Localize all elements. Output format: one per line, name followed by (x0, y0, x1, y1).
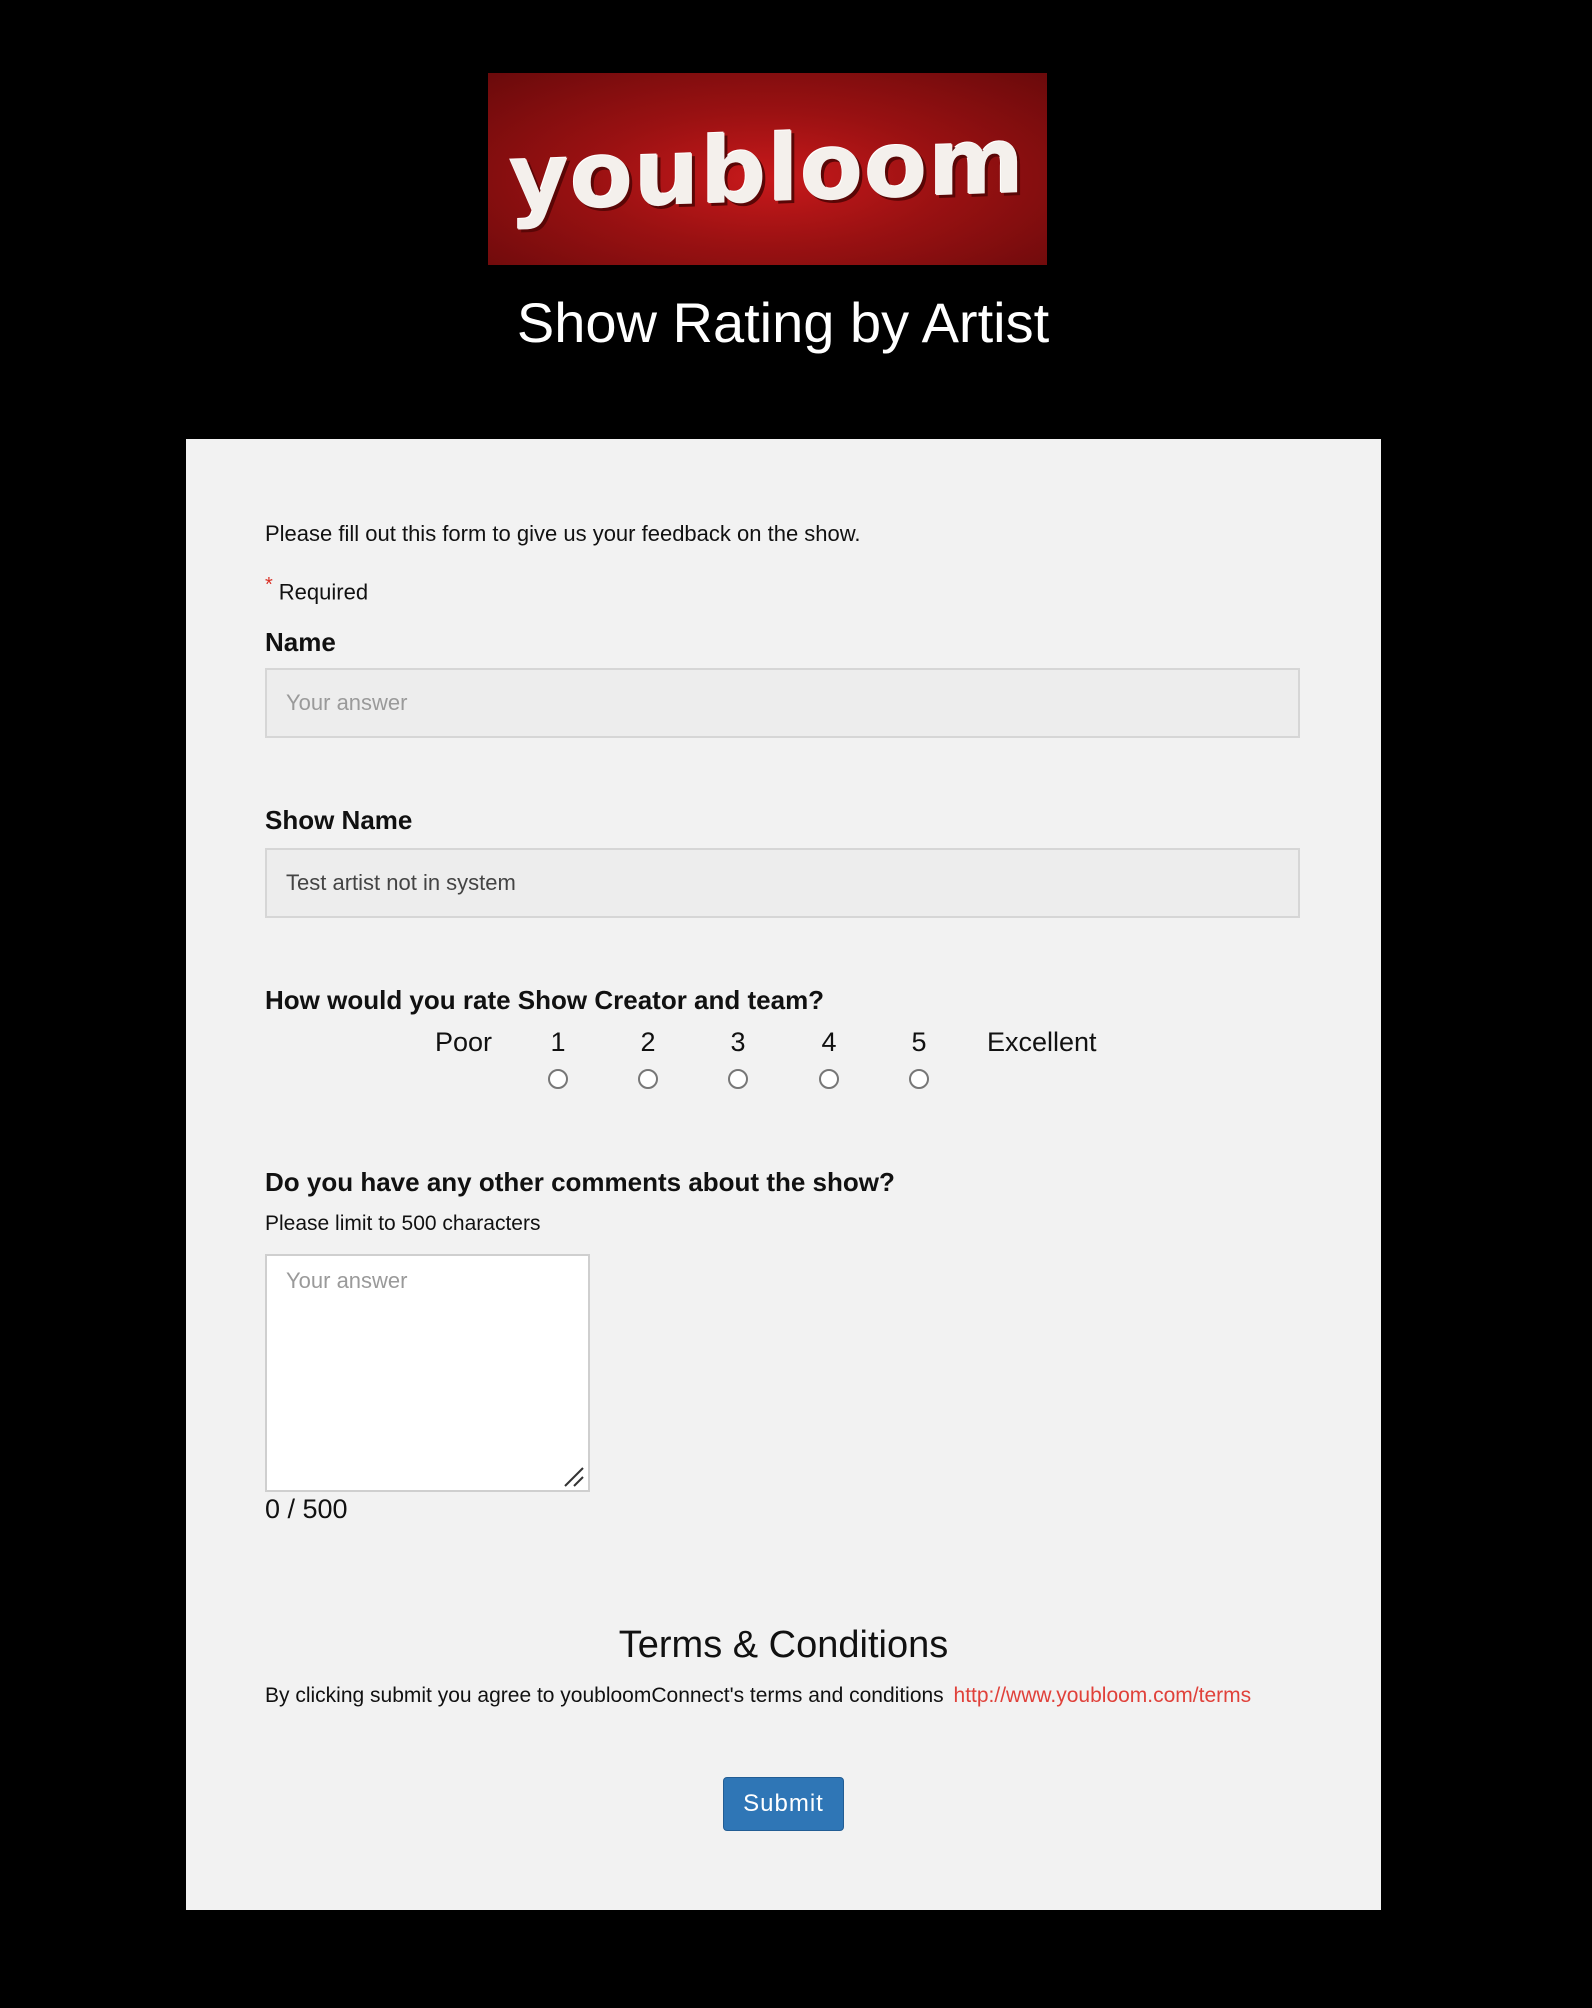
terms-statement: By clicking submit you agree to youbloom… (265, 1684, 1251, 1708)
rating-option-2-label: 2 (640, 1027, 656, 1057)
form-card: Please fill out this form to give us you… (186, 439, 1381, 1910)
show-name-input[interactable] (265, 848, 1300, 918)
rating-radio-5[interactable] (909, 1069, 929, 1089)
comments-textarea[interactable] (265, 1254, 590, 1492)
rating-option-3-label: 3 (730, 1027, 746, 1057)
required-note: * Required (265, 574, 368, 605)
youbloom-logo: youbloom (488, 73, 1047, 265)
rating-option-5-label: 5 (911, 1027, 927, 1057)
logo-text: youbloom (509, 106, 1026, 232)
rating-radio-2[interactable] (638, 1069, 658, 1089)
rating-high-label: Excellent (987, 1027, 1097, 1057)
name-label: Name (265, 627, 336, 657)
terms-title: Terms & Conditions (618, 1624, 949, 1666)
character-counter: 0 / 500 (265, 1494, 348, 1524)
name-input[interactable] (265, 668, 1300, 738)
form-intro: Please fill out this form to give us you… (265, 521, 861, 546)
submit-button[interactable]: Submit (723, 1777, 844, 1831)
required-star: * (265, 574, 273, 596)
rating-option-4-label: 4 (821, 1027, 837, 1057)
rating-radio-4[interactable] (819, 1069, 839, 1089)
rating-question: How would you rate Show Creator and team… (265, 985, 825, 1015)
comments-question: Do you have any other comments about the… (265, 1167, 895, 1197)
show-name-label: Show Name (265, 805, 413, 835)
required-label: Required (278, 579, 369, 605)
page-title: Show Rating by Artist (516, 291, 1050, 354)
rating-low-label: Poor (435, 1027, 493, 1057)
comments-help: Please limit to 500 characters (265, 1212, 541, 1235)
resize-handle-icon[interactable] (563, 1466, 585, 1488)
rating-radio-1[interactable] (548, 1069, 568, 1089)
rating-option-1-label: 1 (550, 1027, 566, 1057)
terms-link[interactable]: http://www.youbloom.com/terms (954, 1684, 1252, 1707)
rating-scale: Poor 1 2 3 4 5 Excellent (186, 1019, 1381, 1099)
terms-text: By clicking submit you agree to youbloom… (265, 1684, 944, 1707)
rating-radio-3[interactable] (728, 1069, 748, 1089)
